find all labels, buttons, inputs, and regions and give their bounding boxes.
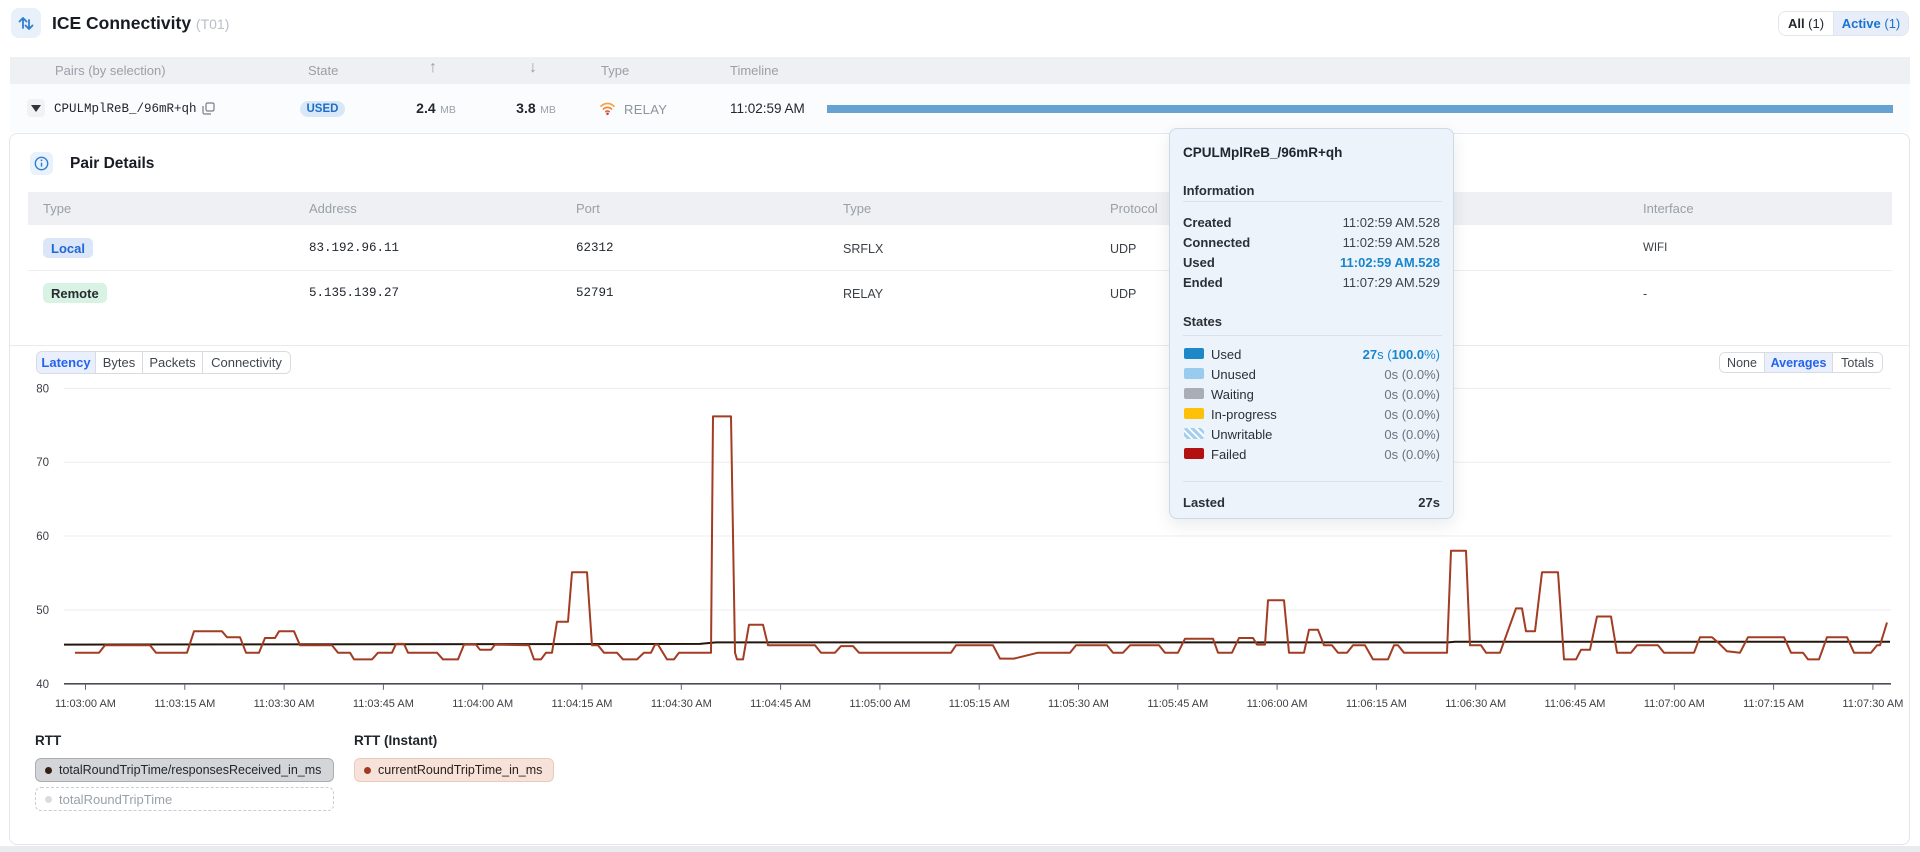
svg-text:80: 80 <box>36 383 49 395</box>
svg-text:50: 50 <box>36 605 49 617</box>
svg-text:11:05:45 AM: 11:05:45 AM <box>1147 698 1208 710</box>
svg-text:11:07:00 AM: 11:07:00 AM <box>1644 698 1705 710</box>
svg-text:11:04:30 AM: 11:04:30 AM <box>651 698 712 710</box>
svg-text:11:05:15 AM: 11:05:15 AM <box>949 698 1010 710</box>
svg-text:11:06:15 AM: 11:06:15 AM <box>1346 698 1407 710</box>
svg-text:11:04:45 AM: 11:04:45 AM <box>750 698 811 710</box>
svg-text:60: 60 <box>36 531 49 543</box>
svg-text:70: 70 <box>36 457 49 469</box>
svg-text:11:05:00 AM: 11:05:00 AM <box>849 698 910 710</box>
svg-text:11:04:15 AM: 11:04:15 AM <box>552 698 613 710</box>
svg-text:11:06:45 AM: 11:06:45 AM <box>1545 698 1606 710</box>
svg-text:11:03:30 AM: 11:03:30 AM <box>254 698 315 710</box>
svg-text:11:04:00 AM: 11:04:00 AM <box>452 698 513 710</box>
svg-text:11:06:00 AM: 11:06:00 AM <box>1247 698 1308 710</box>
svg-text:11:06:30 AM: 11:06:30 AM <box>1445 698 1506 710</box>
svg-text:11:03:45 AM: 11:03:45 AM <box>353 698 414 710</box>
svg-text:40: 40 <box>36 679 49 691</box>
svg-text:11:05:30 AM: 11:05:30 AM <box>1048 698 1109 710</box>
svg-text:11:03:15 AM: 11:03:15 AM <box>154 698 215 710</box>
svg-text:11:07:15 AM: 11:07:15 AM <box>1743 698 1804 710</box>
svg-text:11:03:00 AM: 11:03:00 AM <box>55 698 116 710</box>
svg-text:11:07:30 AM: 11:07:30 AM <box>1842 698 1903 710</box>
